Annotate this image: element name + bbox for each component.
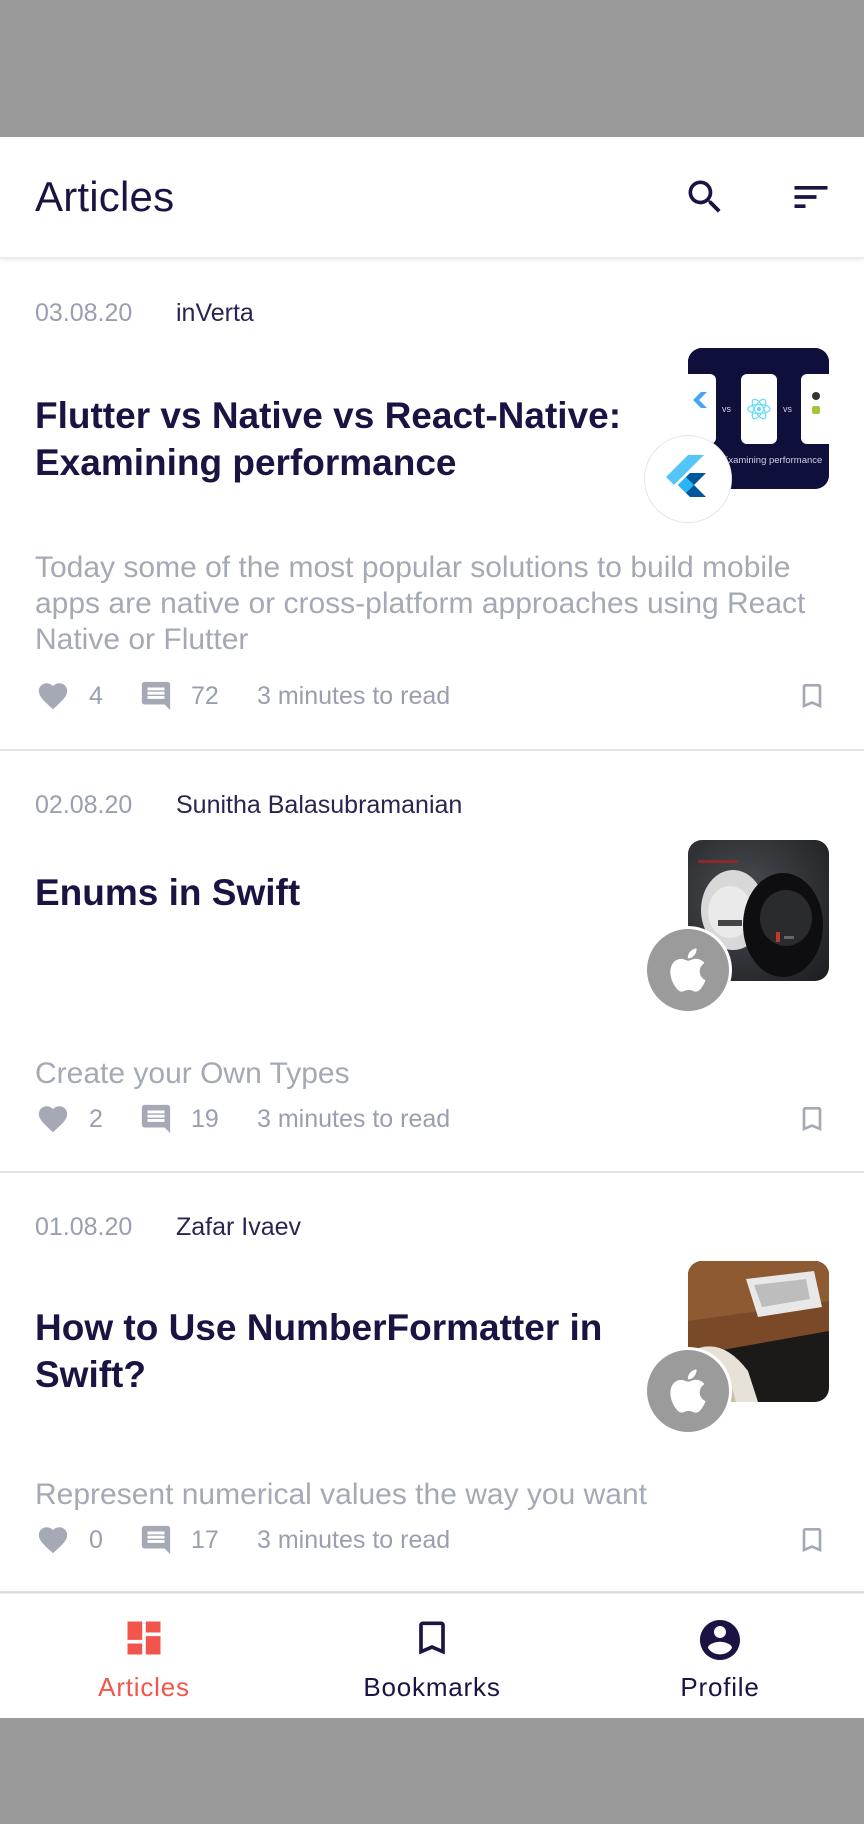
bookmark-outline-icon <box>802 1107 822 1131</box>
like-count: 0 <box>89 1526 103 1554</box>
nav-tab-bookmarks[interactable]: Bookmarks <box>288 1594 576 1718</box>
article-excerpt: Today some of the most popular solutions… <box>35 551 806 656</box>
heart-icon <box>38 1106 68 1133</box>
heart-icon <box>38 1527 68 1554</box>
comment-icon <box>141 1525 171 1555</box>
category-badge <box>644 926 732 1014</box>
read-time: 3 minutes to read <box>257 682 451 710</box>
article-date: 03.08.20 <box>35 299 133 327</box>
comment-count: 19 <box>191 1105 219 1133</box>
read-time: 3 minutes to read <box>257 1526 451 1554</box>
bookmark-button[interactable] <box>794 1101 830 1137</box>
comment-icon <box>141 681 171 711</box>
like-button[interactable] <box>35 1101 71 1137</box>
category-badge <box>644 435 732 523</box>
bookmark-outline-icon <box>802 684 822 708</box>
flutter-icon <box>666 455 706 497</box>
category-badge <box>644 1347 732 1435</box>
thumbnail-caption: Examining performance <box>722 455 822 466</box>
search-icon <box>688 180 721 213</box>
comment-button[interactable] <box>138 678 174 714</box>
article-excerpt: Create your Own Types <box>35 1057 350 1090</box>
article-card[interactable]: 03.08.20 inVerta Flutter vs Native vs Re… <box>0 259 864 751</box>
apple-icon <box>670 1369 706 1413</box>
bottom-navigation: Articles Bookmarks Profile <box>0 1593 864 1718</box>
status-bar-area <box>0 0 864 137</box>
comment-button[interactable] <box>138 1522 174 1558</box>
bookmark-outline-icon <box>802 1528 822 1552</box>
comment-button[interactable] <box>138 1101 174 1137</box>
comment-icon <box>141 1104 171 1134</box>
vs-label: vs <box>722 404 732 414</box>
article-title[interactable]: Enums in Swift <box>35 869 635 916</box>
filter-icon <box>794 186 828 208</box>
like-count: 4 <box>89 682 103 710</box>
nav-label: Bookmarks <box>363 1672 501 1702</box>
bookmark-button[interactable] <box>794 1522 830 1558</box>
article-author[interactable]: Sunitha Balasubramanian <box>176 791 462 820</box>
comment-count: 17 <box>191 1526 219 1554</box>
article-title[interactable]: How to Use NumberFormatter in Swift? <box>35 1304 635 1398</box>
account-circle-icon <box>700 1620 740 1660</box>
article-meta: 2 19 3 minutes to read <box>35 1101 835 1137</box>
article-author[interactable]: Zafar Ivaev <box>176 1213 301 1242</box>
grid-icon <box>127 1621 161 1655</box>
article-meta: 0 17 3 minutes to read <box>35 1522 835 1558</box>
article-date: 01.08.20 <box>35 1213 133 1241</box>
heart-icon <box>38 683 68 710</box>
search-button[interactable] <box>675 167 735 227</box>
article-excerpt: Represent numerical values the way you w… <box>35 1478 647 1511</box>
article-author[interactable]: inVerta <box>176 299 254 328</box>
article-card[interactable]: 02.08.20 Sunitha Balasubramanian Enums i… <box>0 751 864 1173</box>
article-date: 02.08.20 <box>35 791 133 819</box>
like-button[interactable] <box>35 678 71 714</box>
read-time: 3 minutes to read <box>257 1105 451 1133</box>
system-nav-area <box>0 1718 864 1824</box>
app-bar: Articles <box>0 137 864 259</box>
bookmark-button[interactable] <box>794 678 830 714</box>
app-screen: Articles 03.08.20 inVerta Flutter vs Nat… <box>0 137 864 1718</box>
comment-count: 72 <box>191 682 219 710</box>
nav-tab-profile[interactable]: Profile <box>576 1594 864 1718</box>
article-list: 03.08.20 inVerta Flutter vs Native vs Re… <box>0 259 864 1593</box>
vs-label: vs <box>783 404 793 414</box>
article-card[interactable]: 01.08.20 Zafar Ivaev How to Use NumberFo… <box>0 1173 864 1593</box>
apple-icon <box>670 948 706 992</box>
bookmark-icon <box>419 1621 445 1655</box>
nav-tab-articles[interactable]: Articles <box>0 1594 288 1718</box>
nav-label: Articles <box>98 1672 190 1702</box>
nav-label: Profile <box>680 1672 760 1702</box>
article-meta: 4 72 3 minutes to read <box>35 678 835 714</box>
page-title: Articles <box>35 173 175 220</box>
like-button[interactable] <box>35 1522 71 1558</box>
article-title[interactable]: Flutter vs Native vs React-Native: Exami… <box>35 392 635 486</box>
like-count: 2 <box>89 1105 103 1133</box>
filter-button[interactable] <box>781 167 841 227</box>
